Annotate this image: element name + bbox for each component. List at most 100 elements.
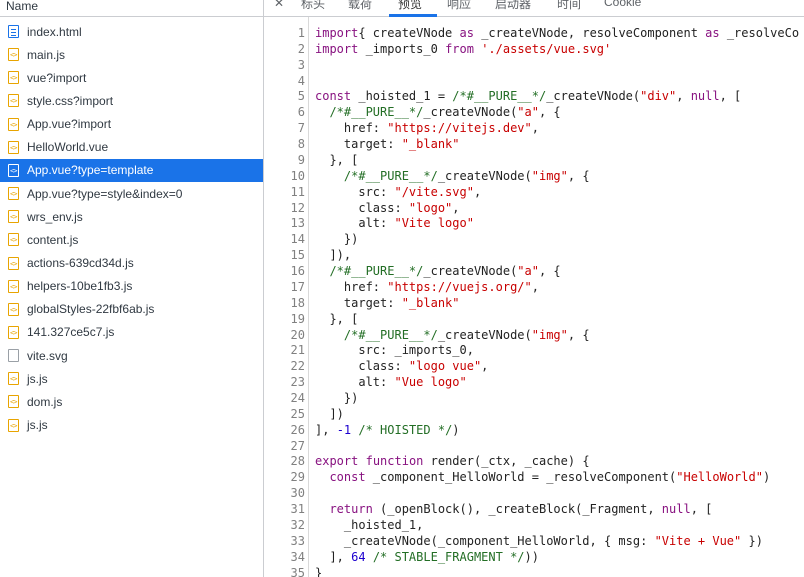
code-token: src: _imports_0, <box>315 343 474 358</box>
request-row[interactable]: <> App.vue?type=template <box>0 158 263 182</box>
code-line: 2 import _imports_0 from './assets/vue.sv… <box>264 41 804 57</box>
code-token: ) <box>762 470 771 485</box>
script-icon: <> <box>8 233 19 247</box>
code-line: 21 src: _imports_0, <box>264 342 804 358</box>
line-text: class: "logo vue", <box>315 358 488 374</box>
tab-2[interactable]: 预览 <box>398 0 422 12</box>
code-token: } <box>315 565 323 577</box>
code-token: _imports_0 <box>358 41 446 56</box>
line-number: 8 <box>297 137 305 152</box>
request-row[interactable]: <> content.js <box>0 228 263 251</box>
request-name: App.vue?type=style&index=0 <box>27 186 183 201</box>
request-row[interactable]: index.html <box>0 20 263 43</box>
request-row[interactable]: <> globalStyles-22fbf6ab.js <box>0 298 263 321</box>
request-row[interactable]: <> App.vue?import <box>0 113 263 136</box>
line-text: /*#__PURE__*/_createVNode("a", { <box>315 263 560 279</box>
code-line: 8 target: "_blank" <box>264 136 804 152</box>
code-token: ], <box>315 549 352 564</box>
line-number: 20 <box>290 327 305 342</box>
script-icon: <> <box>8 71 19 85</box>
code-token: href: <box>315 279 388 294</box>
code-line: 20 /*#__PURE__*/_createVNode("img", { <box>264 327 804 343</box>
code-line: 3 <box>264 57 804 73</box>
request-name: 141.327ce5c7.js <box>27 325 115 340</box>
code-token: )) <box>524 549 539 564</box>
line-text: }, [ <box>315 311 358 327</box>
line-number: 1 <box>297 26 305 40</box>
request-name: main.js <box>27 47 66 62</box>
tab-6[interactable]: Cookie <box>604 0 641 9</box>
line-number: 34 <box>290 549 305 564</box>
tab-0[interactable]: 标头 <box>301 0 325 12</box>
request-row[interactable]: vite.svg <box>0 344 263 367</box>
code-token: }, [ <box>315 311 359 326</box>
code-token: null <box>661 502 691 517</box>
request-row[interactable]: <> actions-639cd34d.js <box>0 252 263 275</box>
code-line: 24 }) <box>264 390 804 406</box>
tab-4[interactable]: 启动器 <box>495 0 531 12</box>
code-token: class: <box>315 200 409 215</box>
code-token: ], <box>315 422 337 437</box>
code-token: as <box>705 26 720 40</box>
code-token: "Vue logo" <box>394 375 467 390</box>
line-text: ], -1 /* HOISTED */) <box>315 422 460 438</box>
line-number: 13 <box>290 216 305 231</box>
tab-1[interactable]: 载荷 <box>348 0 372 12</box>
code-token: src: <box>315 184 395 199</box>
line-number: 33 <box>290 533 305 548</box>
code-line: 27 <box>264 438 804 454</box>
tab-5[interactable]: 时间 <box>557 0 581 12</box>
code-token: "a" <box>517 105 539 120</box>
line-number: 3 <box>297 57 305 72</box>
code-token: "/vite.svg" <box>394 184 474 199</box>
code-token: { createVNode <box>358 26 460 40</box>
code-token: , <box>481 359 489 374</box>
request-row[interactable]: <> vue?import <box>0 66 263 89</box>
code-token: const <box>315 89 352 104</box>
request-row[interactable]: <> helpers-10be1fb3.js <box>0 275 263 298</box>
code-line: 14 }) <box>264 231 804 247</box>
request-row[interactable]: <> 141.327ce5c7.js <box>0 321 263 344</box>
code-token: _component_HelloWorld = _resolveComponen… <box>365 470 677 485</box>
request-row[interactable]: <> js.js <box>0 414 263 437</box>
request-row[interactable]: <> dom.js <box>0 390 263 413</box>
request-name: js.js <box>27 371 48 386</box>
code-line: 6 /*#__PURE__*/_createVNode("a", { <box>264 104 804 120</box>
close-icon[interactable]: ✕ <box>274 0 284 10</box>
code-line: 26], -1 /* HOISTED */) <box>264 422 804 438</box>
file-icon <box>8 349 19 363</box>
code-token: './assets/vue.svg' <box>481 41 612 56</box>
request-row[interactable]: <> main.js <box>0 43 263 66</box>
code-line: 15 ]), <box>264 247 804 263</box>
line-number: 17 <box>290 279 305 294</box>
code-line: 35} <box>264 565 804 577</box>
code-token: alt: <box>315 375 395 390</box>
code-token: , <box>531 121 539 136</box>
request-row[interactable]: <> js.js <box>0 367 263 390</box>
line-number: 4 <box>297 73 305 88</box>
request-name: App.vue?type=template <box>27 163 154 178</box>
line-number: 25 <box>290 406 305 421</box>
code-token: , { <box>567 327 590 342</box>
code-line: 33 _createVNode(_component_HelloWorld, {… <box>264 533 804 549</box>
code-token: }) <box>315 391 359 405</box>
name-column-header[interactable]: Name <box>0 0 263 17</box>
request-row[interactable]: <> HelloWorld.vue <box>0 136 263 159</box>
code-token: render(_ctx, _cache) { <box>423 454 590 469</box>
request-name: js.js <box>27 418 48 433</box>
request-row[interactable]: <> App.vue?type=style&index=0 <box>0 182 263 205</box>
line-number: 7 <box>297 121 305 136</box>
code-token: _createVNode, resolveComponent <box>473 26 706 40</box>
script-icon: <> <box>8 325 19 339</box>
line-text: }, [ <box>315 152 358 168</box>
line-text: ]) <box>315 406 344 422</box>
tab-3[interactable]: 响应 <box>447 0 471 12</box>
request-row[interactable]: <> style.css?import <box>0 89 263 112</box>
script-icon: <> <box>8 163 19 177</box>
code-token: ]) <box>315 406 344 421</box>
code-token: _resolveCo <box>719 26 800 40</box>
request-row[interactable]: <> wrs_env.js <box>0 205 263 228</box>
